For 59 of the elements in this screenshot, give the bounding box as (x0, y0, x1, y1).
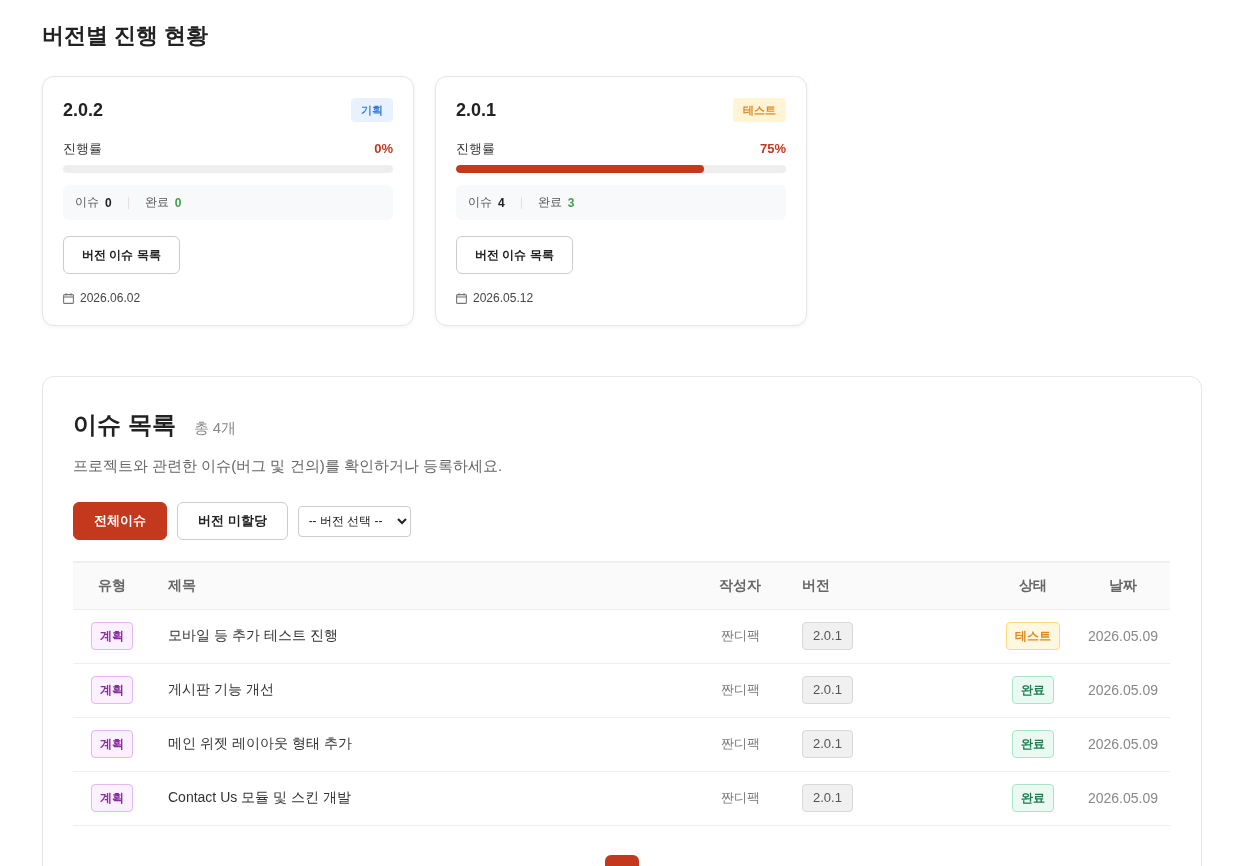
issues-label: 이슈 (468, 194, 492, 211)
column-header: 버전 (780, 562, 990, 609)
type-tag: 계획 (91, 730, 133, 758)
version-date: 2026.05.12 (473, 291, 534, 305)
done-count: 3 (567, 195, 575, 210)
progress-label: 진행률 (456, 141, 495, 157)
page-title: 버전별 진행 현황 (42, 22, 209, 50)
version-select[interactable]: -- 버전 선택 -- (297, 505, 411, 537)
issue-total: 총 4개 (193, 419, 237, 438)
status-tag: 테스트 (1006, 622, 1060, 650)
version-date: 2026.06.02 (80, 291, 141, 305)
author-cell: 짠디팩 (720, 628, 760, 643)
date-cell: 2026.05.09 (1087, 736, 1159, 752)
version-tag: 2.0.1 (802, 676, 853, 704)
column-header: 제목 (151, 562, 700, 609)
section-description: 프로젝트와 관련한 이슈(버그 및 건의)를 확인하거나 등록하세요. (73, 457, 503, 476)
version-tag: 2.0.1 (802, 622, 853, 650)
column-header: 상태 (990, 562, 1076, 609)
column-header: 유형 (73, 562, 151, 609)
filter-button[interactable]: 버전 미할당 (177, 502, 288, 540)
done-label: 완료 (144, 194, 169, 211)
author-cell: 짠디팩 (720, 736, 760, 751)
version-name: 2.0.2 (63, 99, 104, 121)
author-cell: 짠디팩 (720, 682, 760, 697)
version-issues-button[interactable]: 버전 이슈 목록 (63, 236, 180, 274)
date-cell: 2026.05.09 (1087, 628, 1159, 644)
progress-percent: 0% (374, 141, 393, 157)
issue-title-link[interactable]: 메인 위젯 레이아웃 형태 추가 (168, 735, 352, 751)
version-tag: 2.0.1 (802, 730, 853, 758)
issue-title-link[interactable]: 게시판 기능 개선 (168, 681, 274, 697)
date-cell: 2026.05.09 (1087, 790, 1159, 806)
version-issues-button[interactable]: 버전 이슈 목록 (456, 236, 573, 274)
author-cell: 짠디팩 (720, 790, 760, 805)
issues-count: 4 (498, 195, 505, 210)
section-title: 이슈 목록 (73, 410, 176, 440)
issue-title-link[interactable]: 모바일 등 추가 테스트 진행 (168, 627, 338, 643)
column-header: 날짜 (1076, 562, 1170, 609)
column-header: 작성자 (700, 562, 780, 609)
done-label: 완료 (537, 194, 562, 211)
issues-label: 이슈 (75, 194, 99, 211)
done-count: 0 (174, 195, 182, 210)
calendar-icon (63, 292, 74, 304)
status-tag: 완료 (1012, 676, 1054, 704)
calendar-icon (456, 292, 467, 304)
progress-percent: 75% (759, 141, 786, 157)
date-cell: 2026.05.09 (1087, 682, 1159, 698)
type-tag: 계획 (91, 676, 133, 704)
type-tag: 계획 (91, 622, 133, 650)
version-tag: 2.0.1 (802, 784, 853, 812)
type-tag: 계획 (91, 784, 133, 812)
status-tag: 완료 (1012, 784, 1054, 812)
issue-title-link[interactable]: Contact Us 모듈 및 스킨 개발 (168, 789, 351, 805)
stage-badge: 기획 (351, 98, 393, 122)
progress-label: 진행률 (63, 141, 102, 157)
stage-badge: 테스트 (733, 98, 786, 122)
filter-button[interactable]: 전체이슈 (73, 502, 167, 540)
issues-count: 0 (105, 195, 112, 210)
status-tag: 완료 (1012, 730, 1054, 758)
version-name: 2.0.1 (456, 99, 497, 121)
